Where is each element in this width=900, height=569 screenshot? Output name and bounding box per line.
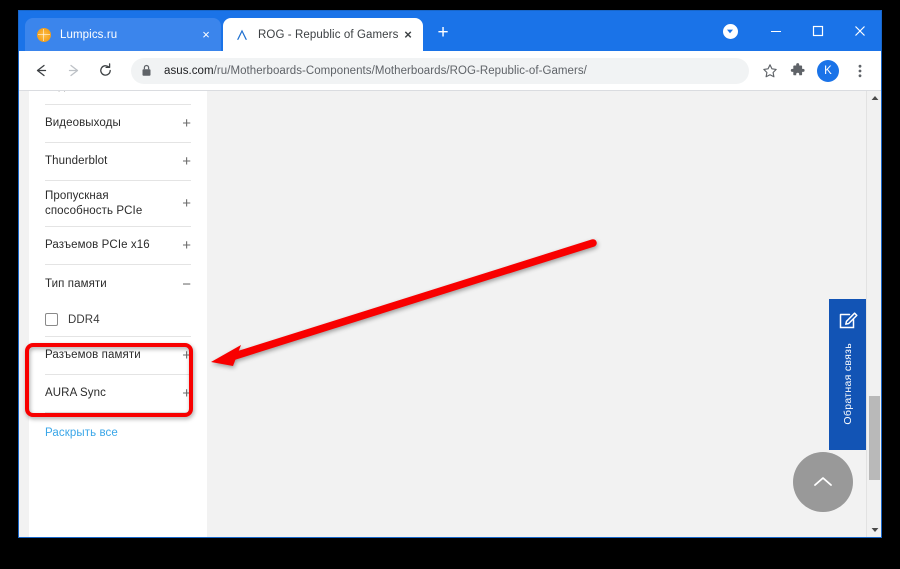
profile-avatar[interactable]: K: [817, 59, 839, 82]
three-dots-icon[interactable]: [847, 58, 873, 84]
minus-icon[interactable]: −: [177, 277, 191, 292]
tab-lumpics[interactable]: Lumpics.ru ×: [25, 18, 221, 51]
plus-icon[interactable]: +: [177, 238, 191, 253]
window-controls: [715, 11, 881, 51]
filter-row-memory-type[interactable]: Тип памяти −: [45, 265, 191, 303]
filter-option-ddr4[interactable]: DDR4: [45, 303, 191, 337]
feedback-tab[interactable]: Обратная связь: [829, 299, 867, 450]
plus-icon[interactable]: +: [177, 116, 191, 131]
feedback-label: Обратная связь: [842, 343, 854, 425]
filter-label: Видеовыходы: [45, 117, 121, 129]
back-arrow-icon[interactable]: [27, 57, 55, 85]
minimize-button[interactable]: [755, 11, 797, 51]
browser-toolbar: asus.com/ru/Motherboards-Components/Moth…: [19, 51, 881, 91]
filter-label: Разъемов PCIe x16: [45, 239, 150, 251]
tab-close-icon[interactable]: ×: [399, 26, 417, 44]
tab-close-icon[interactable]: ×: [197, 26, 215, 44]
filter-label: AURA Sync: [45, 387, 106, 399]
url-host: asus.com: [164, 64, 214, 77]
plus-icon[interactable]: +: [177, 154, 191, 169]
plus-icon[interactable]: +: [177, 196, 191, 211]
puzzle-icon[interactable]: [785, 58, 811, 84]
new-tab-button[interactable]: +: [429, 20, 457, 48]
filter-row-pcie-x16-slots[interactable]: Разъемов PCIe x16 +: [45, 227, 191, 265]
close-button[interactable]: [839, 11, 881, 51]
tab-title: ROG - Republic of Gamers | Материнские п…: [258, 28, 399, 41]
filter-sidebar: Задней панели Видеовыходы + Thunderblot …: [29, 91, 207, 537]
address-bar[interactable]: asus.com/ru/Motherboards-Components/Moth…: [131, 57, 749, 84]
page-scrollbar[interactable]: [866, 91, 881, 537]
filter-row-cut[interactable]: Задней панели: [45, 91, 191, 105]
filter-label: Пропускная способность PCIe: [45, 189, 143, 217]
url-path: /ru/Motherboards-Components/Motherboards…: [213, 64, 587, 77]
annotation-arrow: [211, 239, 597, 366]
scrollbar-thumb[interactable]: [869, 396, 880, 480]
window-profile-icon[interactable]: [715, 18, 745, 44]
filter-row-thunderblot[interactable]: Thunderblot +: [45, 143, 191, 181]
option-label: DDR4: [68, 313, 100, 326]
browser-window: Lumpics.ru × ROG - Republic of Gamers | …: [18, 10, 882, 538]
page-viewport: Задней панели Видеовыходы + Thunderblot …: [19, 91, 881, 537]
lumpics-favicon-icon: [36, 27, 51, 42]
chevron-up-icon: [814, 477, 832, 486]
filter-label: Разъемов памяти: [45, 349, 141, 361]
maximize-button[interactable]: [797, 11, 839, 51]
scrollbar-up-arrow-icon[interactable]: [867, 91, 881, 105]
filter-label: Тип памяти: [45, 277, 107, 290]
edit-pencil-icon: [838, 309, 859, 335]
tab-strip: Lumpics.ru × ROG - Republic of Gamers | …: [19, 11, 881, 51]
forward-arrow-icon: [59, 57, 87, 85]
asus-logo-icon: [234, 27, 249, 42]
filter-label: Thunderblot: [45, 155, 108, 167]
outer-frame: Lumpics.ru × ROG - Republic of Gamers | …: [0, 0, 900, 569]
plus-icon[interactable]: +: [177, 386, 191, 401]
url-text: asus.com/ru/Motherboards-Components/Moth…: [164, 65, 587, 77]
scroll-to-top-button[interactable]: [793, 452, 853, 512]
tab-title: Lumpics.ru: [60, 28, 118, 41]
reload-icon[interactable]: [91, 57, 119, 85]
star-icon[interactable]: [757, 58, 783, 84]
filter-row-memory-slots[interactable]: Разъемов памяти +: [45, 337, 191, 375]
filter-label: Задней панели: [45, 91, 133, 94]
expand-all-link[interactable]: Раскрыть все: [45, 413, 191, 453]
filter-row-video-outputs[interactable]: Видеовыходы +: [45, 105, 191, 143]
filter-row-pcie-bandwidth[interactable]: Пропускная способность PCIe +: [45, 181, 191, 227]
tab-rog[interactable]: ROG - Republic of Gamers | Материнские п…: [223, 18, 423, 51]
checkbox-ddr4[interactable]: [45, 313, 58, 326]
filter-row-aura-sync[interactable]: AURA Sync +: [45, 375, 191, 413]
lock-icon: [141, 64, 155, 77]
plus-icon[interactable]: +: [177, 348, 191, 363]
scrollbar-down-arrow-icon[interactable]: [867, 523, 881, 537]
